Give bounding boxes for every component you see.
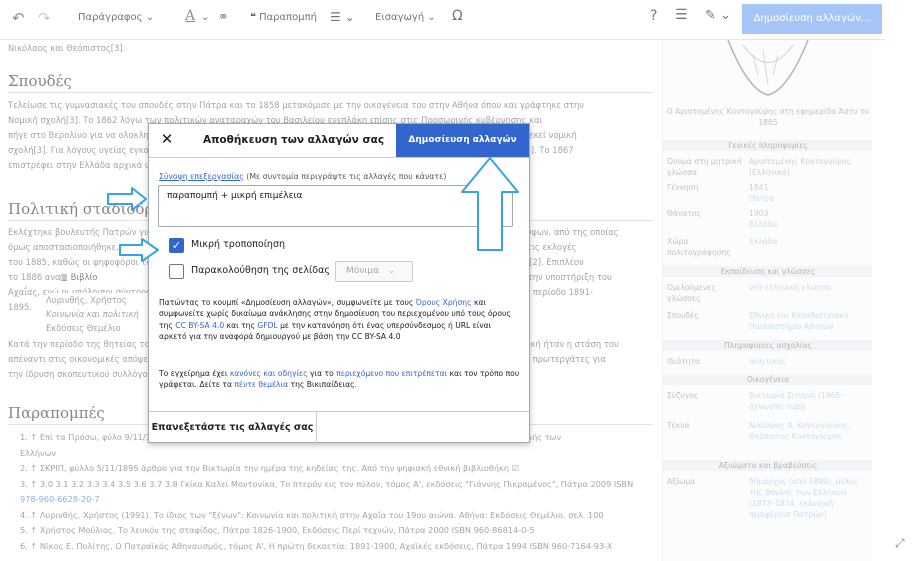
annotation-arrow-minor [119,238,159,262]
annotation-arrow-summary [107,187,147,211]
annotation-overlay [107,157,519,262]
annotation-arrow-publish [461,157,519,251]
expand-icon[interactable]: ⤢ [895,536,905,551]
